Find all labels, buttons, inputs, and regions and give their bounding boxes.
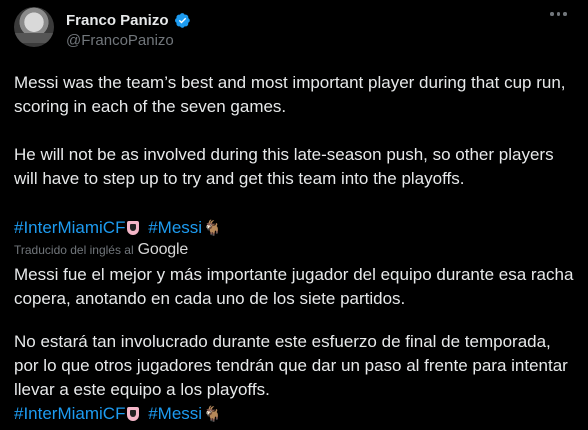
- pink-crest-icon: [127, 221, 140, 235]
- verified-badge-icon: [174, 12, 190, 28]
- more-dot: [563, 12, 567, 16]
- hashtag-intermiamicf[interactable]: #InterMiamiCF: [14, 218, 125, 237]
- tweet-hashtags: #InterMiamiCF #Messi🐐: [14, 216, 580, 241]
- more-options-icon[interactable]: [550, 12, 567, 16]
- translated-paragraph-2: No estará tan involucrado durante este e…: [14, 332, 568, 399]
- translated-paragraph-1: Messi fue el mejor y más importante juga…: [14, 265, 574, 308]
- tweet-paragraph-1: Messi was the team’s best and most impor…: [14, 73, 566, 116]
- goat-icon: 🐐: [203, 220, 222, 237]
- pink-crest-icon: [127, 407, 140, 421]
- translation-attribution: Traducido del inglés al Google: [14, 241, 188, 259]
- author-handle[interactable]: @FrancoPanizo: [66, 32, 174, 49]
- avatar-image-detail: [14, 33, 54, 43]
- hashtag-messi-translated[interactable]: #Messi: [148, 404, 202, 423]
- author-display-name[interactable]: Franco Panizo: [66, 12, 169, 29]
- more-dot: [556, 12, 560, 16]
- google-logo: Google: [137, 241, 189, 258]
- translated-hashtags: #InterMiamiCF #Messi🐐: [14, 402, 580, 427]
- tweet-paragraph-2: He will not be as involved during this l…: [14, 145, 554, 188]
- author-avatar[interactable]: [14, 7, 54, 47]
- hashtag-messi[interactable]: #Messi: [148, 218, 202, 237]
- author-name-row: Franco Panizo: [66, 10, 191, 30]
- translation-label: Traducido del inglés al: [14, 243, 134, 257]
- goat-icon: 🐐: [203, 406, 222, 423]
- hashtag-intermiamicf-translated[interactable]: #InterMiamiCF: [14, 404, 125, 423]
- more-dot: [550, 12, 554, 16]
